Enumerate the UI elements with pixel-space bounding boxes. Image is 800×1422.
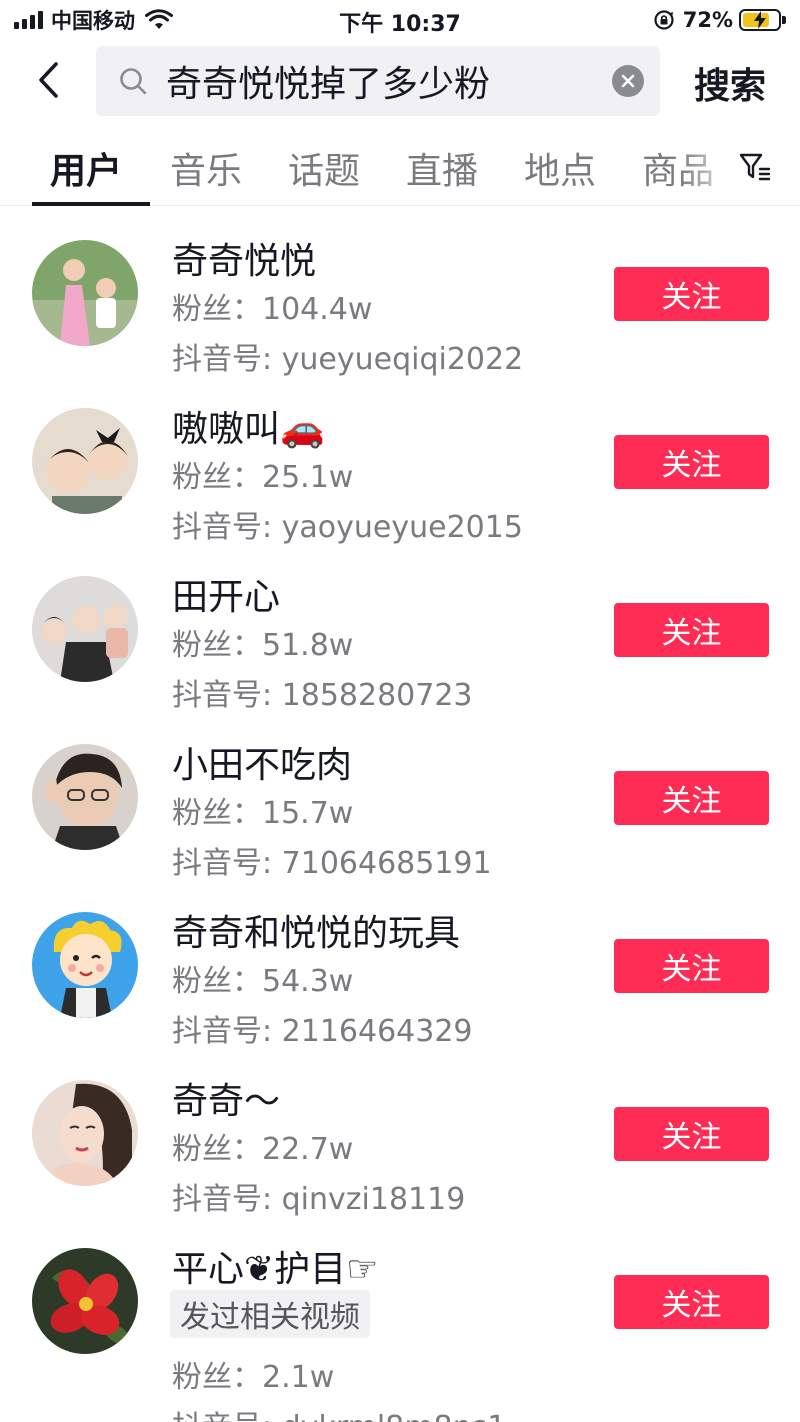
user-fans-count: 粉丝：2.1w (172, 1360, 335, 1395)
user-name: 田开心 (172, 577, 281, 618)
user-fans-count: 粉丝：22.7w (172, 1132, 354, 1167)
user-douyin-id: 抖音号: yaoyueyue2015 (172, 510, 523, 545)
filter-icon[interactable] (738, 150, 772, 184)
user-fans-count: 粉丝：104.4w (172, 292, 373, 327)
avatar[interactable] (32, 576, 138, 682)
user-douyin-id: 抖音号: dykrml8m8ns1 (172, 1402, 506, 1422)
user-row[interactable]: 小田不吃肉 粉丝：15.7w 抖音号: 71064685191 关注 (0, 710, 800, 881)
follow-button[interactable]: 关注 (614, 267, 769, 321)
search-header: 奇奇悦悦掉了多少粉 搜索 (0, 40, 800, 124)
follow-button[interactable]: 关注 (614, 435, 769, 489)
avatar[interactable] (32, 744, 138, 850)
tab-users[interactable]: 用户 (50, 142, 122, 194)
tab-fade (680, 132, 740, 202)
avatar[interactable] (32, 240, 138, 346)
user-name: 平心❦护目☞ (172, 1249, 379, 1290)
user-douyin-id: 抖音号: 2116464329 (172, 1014, 473, 1049)
user-name: 小田不吃肉 (172, 745, 353, 786)
follow-button[interactable]: 关注 (614, 939, 769, 993)
user-douyin-id: 抖音号: qinvzi18119 (172, 1182, 466, 1217)
chevron-left-icon (39, 62, 58, 98)
search-input[interactable]: 奇奇悦悦掉了多少粉 (96, 46, 660, 116)
user-douyin-id: 抖音号: 1858280723 (172, 678, 473, 713)
follow-button[interactable]: 关注 (614, 1275, 769, 1329)
status-right: 72% (653, 7, 786, 33)
battery-charging-icon (739, 9, 781, 31)
user-row[interactable]: 田开心 粉丝：51.8w 抖音号: 1858280723 关注 (0, 542, 800, 713)
close-icon (621, 74, 635, 88)
tab-live[interactable]: 直播 (406, 142, 478, 194)
user-name: 嗷嗷叫🚗 (172, 409, 325, 450)
back-button[interactable] (28, 58, 68, 102)
rotation-lock-icon (654, 10, 674, 30)
battery-cap (782, 16, 786, 24)
search-icon (120, 68, 147, 95)
related-video-tag: 发过相关视频 (170, 1290, 370, 1338)
user-name: 奇奇和悦悦的玩具 (172, 913, 461, 954)
avatar[interactable] (32, 1248, 138, 1354)
user-row[interactable]: 奇奇和悦悦的玩具 粉丝：54.3w 抖音号: 2116464329 关注 (0, 878, 800, 1049)
follow-button[interactable]: 关注 (614, 1107, 769, 1161)
follow-button[interactable]: 关注 (614, 771, 769, 825)
search-button[interactable]: 搜索 (694, 57, 766, 109)
tab-music[interactable]: 音乐 (170, 142, 242, 194)
tab-places[interactable]: 地点 (524, 142, 596, 194)
avatar[interactable] (32, 912, 138, 1018)
user-fans-count: 粉丝：51.8w (172, 628, 354, 663)
user-fans-count: 粉丝：25.1w (172, 460, 354, 495)
avatar[interactable] (32, 408, 138, 514)
user-row[interactable]: 奇奇悦悦 粉丝：104.4w 抖音号: yueyueqiqi2022 关注 (0, 206, 800, 377)
user-douyin-id: 抖音号: 71064685191 (172, 846, 492, 881)
user-douyin-id: 抖音号: yueyueqiqi2022 (172, 342, 524, 377)
user-row[interactable]: 奇奇～ 粉丝：22.7w 抖音号: qinvzi18119 关注 (0, 1046, 800, 1217)
user-fans-count: 粉丝：15.7w (172, 796, 354, 831)
clear-search-button[interactable] (612, 65, 644, 97)
status-bar: 中国移动 下午 10:37 72% (0, 0, 800, 40)
user-row[interactable]: 平心❦护目☞ 发过相关视频 粉丝：2.1w 抖音号: dykrml8m8ns1 … (0, 1214, 800, 1422)
user-name: 奇奇悦悦 (172, 241, 317, 282)
avatar[interactable] (32, 1080, 138, 1186)
follow-button[interactable]: 关注 (614, 603, 769, 657)
search-query[interactable]: 奇奇悦悦掉了多少粉 (166, 55, 612, 107)
user-fans-count: 粉丝：54.3w (172, 964, 354, 999)
category-tabs: 用户 音乐 话题 直播 地点 商品 (0, 132, 800, 206)
user-name: 奇奇～ (172, 1081, 281, 1122)
tab-topics[interactable]: 话题 (288, 142, 360, 194)
user-row[interactable]: 嗷嗷叫🚗 粉丝：25.1w 抖音号: yaoyueyue2015 关注 (0, 374, 800, 545)
battery-percent: 72% (682, 8, 733, 32)
